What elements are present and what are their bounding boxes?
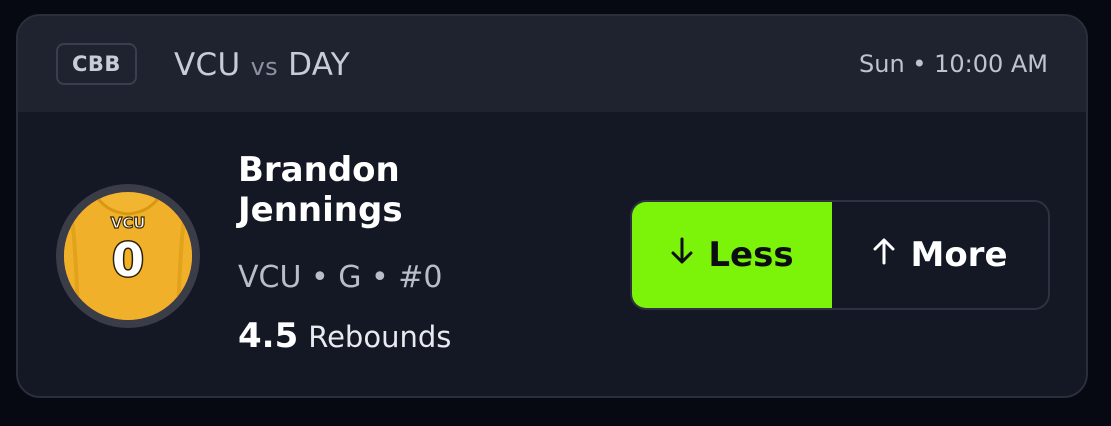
home-team: VCU (174, 47, 241, 83)
jersey-image: VCU 0 (64, 192, 192, 320)
arrow-up-icon (872, 236, 896, 274)
pick-toggle: Less More (630, 200, 1050, 310)
league-badge: CBB (56, 43, 137, 85)
arrow-down-icon (670, 236, 694, 274)
jersey-team-text: VCU (111, 214, 146, 232)
less-button[interactable]: Less (632, 202, 832, 308)
more-label: More (910, 235, 1008, 275)
jersey-number-text: 0 (112, 233, 144, 287)
player-avatar: VCU 0 (56, 184, 200, 328)
matchup: VCU vs DAY (174, 44, 350, 88)
card-header: CBB VCU vs DAY Sun • 10:00 AM (18, 16, 1086, 112)
vs-label: vs (250, 53, 278, 81)
player-meta: VCU • G • #0 (238, 260, 443, 295)
game-time: Sun • 10:00 AM (859, 50, 1048, 78)
away-team: DAY (288, 47, 351, 83)
less-label: Less (708, 235, 794, 275)
stat-line: 4.5 Rebounds (238, 316, 451, 362)
projection-card[interactable]: CBB VCU vs DAY Sun • 10:00 AM VCU 0 Bran… (16, 14, 1088, 398)
stat-name: Rebounds (308, 320, 452, 354)
player-name: Brandon Jennings (238, 150, 403, 230)
more-button[interactable]: More (832, 202, 1048, 308)
stat-value: 4.5 (238, 316, 299, 356)
